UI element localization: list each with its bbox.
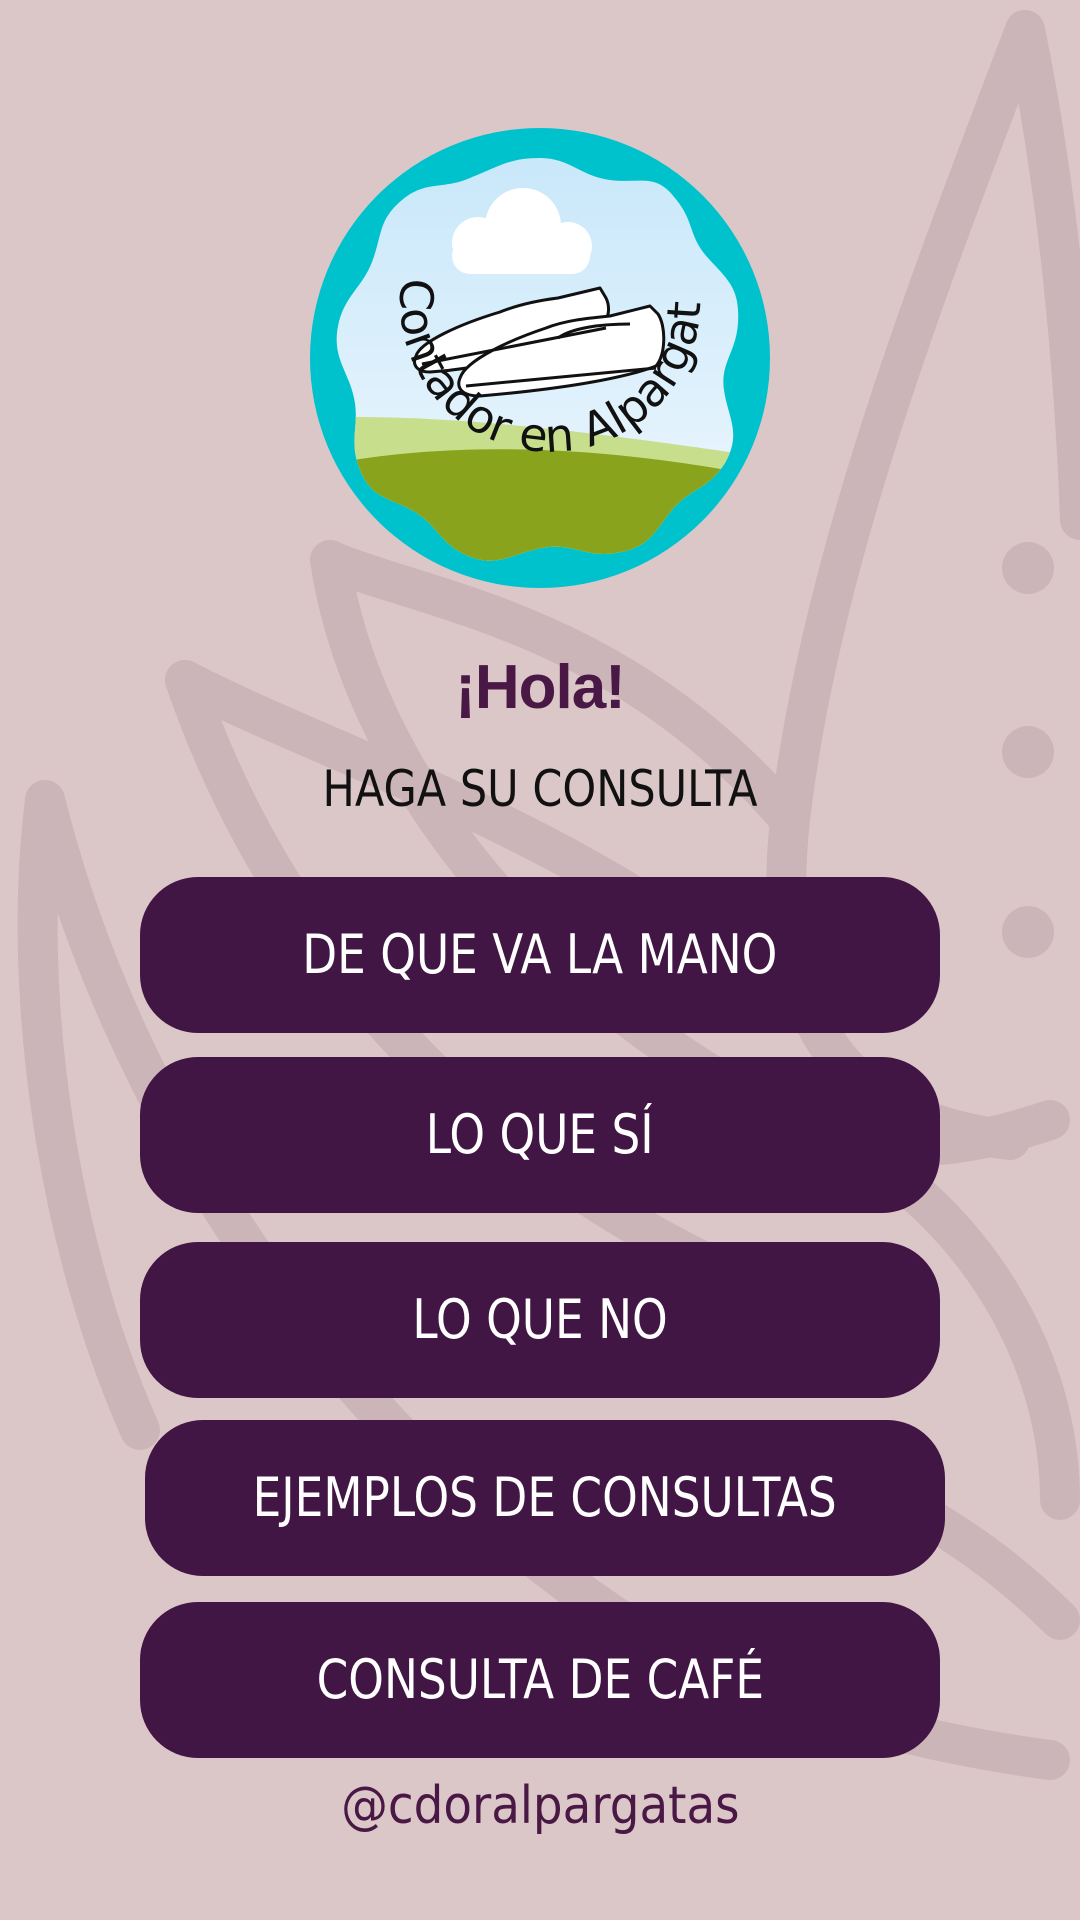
brand-logo: Contador en Alpargatas: [310, 128, 770, 588]
menu-button-ejemplos-de-consultas[interactable]: EJEMPLOS DE CONSULTAS: [145, 1420, 945, 1576]
menu-button-lo-que-no[interactable]: LO QUE NO: [140, 1242, 940, 1398]
menu-button-label: CONSULTA DE CAFÉ: [316, 1648, 764, 1711]
page-subtitle: HAGA SU CONSULTA: [322, 760, 758, 818]
menu-button-de-que-va-la-mano[interactable]: DE QUE VA LA MANO: [140, 877, 940, 1033]
menu-button-label: LO QUE NO: [412, 1288, 668, 1351]
menu-button-lo-que-si[interactable]: LO QUE SÍ: [140, 1057, 940, 1213]
greeting-heading: ¡Hola!: [455, 653, 626, 722]
menu-button-label: EJEMPLOS DE CONSULTAS: [252, 1466, 838, 1529]
menu-button-label: LO QUE SÍ: [426, 1103, 654, 1166]
social-handle-text: @cdoralpargatas: [340, 1776, 740, 1836]
menu-button-label: DE QUE VA LA MANO: [302, 923, 778, 986]
menu-button-consulta-de-cafe[interactable]: CONSULTA DE CAFÉ: [140, 1602, 940, 1758]
social-handle: @cdoralpargatas: [0, 1776, 1080, 1836]
